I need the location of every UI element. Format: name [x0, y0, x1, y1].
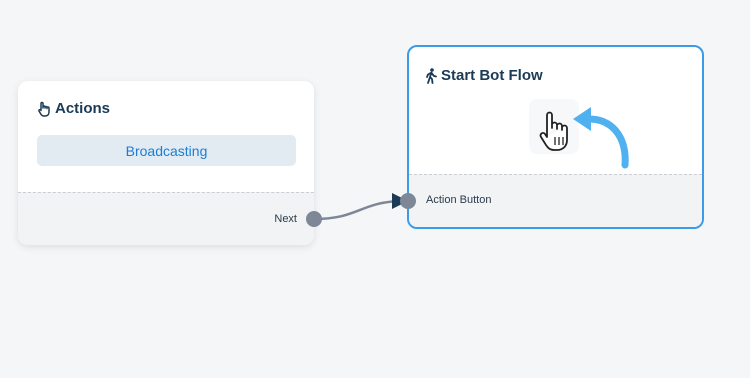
- actions-node-footer: Next: [18, 192, 314, 245]
- pointing-hand-icon: [36, 101, 52, 117]
- actions-node[interactable]: Actions Broadcasting Next: [18, 81, 314, 245]
- start-bot-flow-node[interactable]: Start Bot Flow Action Button: [407, 45, 704, 229]
- action-button-input-label: Action Button: [426, 194, 492, 206]
- broadcasting-button[interactable]: Broadcasting: [37, 135, 296, 166]
- start-bot-flow-title-text: Start Bot Flow: [441, 67, 543, 84]
- hand-cursor-arrow-illustration: [527, 97, 637, 169]
- next-output-label: Next: [274, 213, 297, 225]
- walking-person-icon: [424, 67, 438, 84]
- start-bot-flow-title: Start Bot Flow: [424, 67, 543, 84]
- start-bot-flow-footer: Action Button: [409, 174, 702, 227]
- curved-arrow-icon: [573, 107, 629, 169]
- edge-path: [313, 199, 406, 221]
- actions-node-title: Actions: [36, 100, 110, 117]
- next-output-handle[interactable]: [306, 211, 322, 227]
- actions-title-text: Actions: [55, 100, 111, 117]
- flow-canvas[interactable]: Actions Broadcasting Next Start Bot Flow: [0, 0, 750, 378]
- action-button-input-handle[interactable]: [400, 193, 416, 209]
